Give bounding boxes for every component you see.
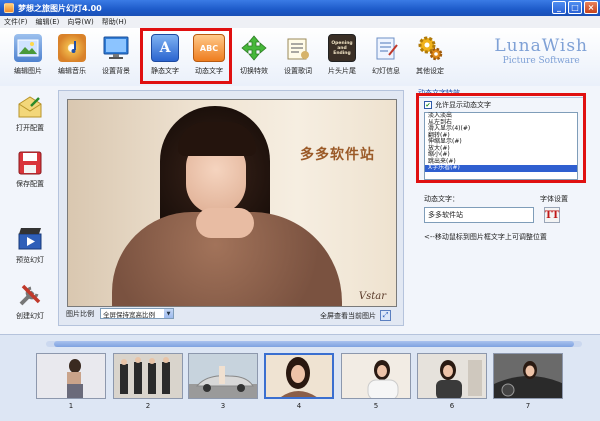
save-config-button[interactable]: 保存配置 bbox=[8, 150, 52, 189]
thumbnail-5[interactable] bbox=[341, 353, 411, 399]
lyrics-icon bbox=[284, 34, 312, 62]
brand-logo: LunaWish Picture Software bbox=[494, 36, 588, 66]
maximize-button[interactable]: □ bbox=[568, 1, 582, 14]
allow-dynamic-text-checkbox[interactable]: ✔ bbox=[424, 101, 432, 109]
edit-music-label: 编辑音乐 bbox=[58, 67, 86, 75]
open-config-label: 打开配置 bbox=[16, 124, 44, 132]
window-title: 梦想之旅图片幻灯4.00 bbox=[18, 3, 102, 13]
other-settings-label: 其他设定 bbox=[416, 67, 444, 75]
tools-icon bbox=[19, 284, 41, 306]
image-ratio-select[interactable]: 全屏保持宽高比例 ▼ bbox=[100, 308, 174, 319]
allow-dynamic-text-row[interactable]: ✔ 允许显示动态文字 bbox=[424, 100, 491, 110]
thumbnail-number: 5 bbox=[373, 402, 379, 410]
music-disc-icon bbox=[58, 34, 86, 62]
transition-effects-button[interactable]: 切换特效 bbox=[232, 34, 276, 82]
other-settings-button[interactable]: 其他设定 bbox=[408, 34, 452, 82]
minimize-button[interactable]: _ bbox=[552, 1, 566, 14]
chevron-down-icon: ▼ bbox=[164, 309, 173, 318]
preview-image[interactable]: 多多软件站 Vstar bbox=[67, 99, 397, 307]
open-config-button[interactable]: 打开配置 bbox=[8, 94, 52, 133]
open-envelope-icon bbox=[18, 96, 42, 118]
menu-bar: 文件(F) 编辑(E) 向导(W) 帮助(H) bbox=[0, 16, 600, 28]
left-action-panel: 打开配置 保存配置 预览幻灯 创建幻灯 bbox=[0, 86, 58, 334]
film-strip-icon: Opening and Ending bbox=[328, 34, 356, 62]
thumbnail-number: 3 bbox=[220, 402, 226, 410]
image-ratio-row: 图片比例 全屏保持宽高比例 ▼ bbox=[66, 308, 174, 319]
set-lyrics-label: 设置歌词 bbox=[284, 67, 312, 75]
thumbnail-number: 7 bbox=[525, 402, 531, 410]
thumbnail-6[interactable] bbox=[417, 353, 487, 399]
transition-effects-label: 切换特效 bbox=[240, 67, 268, 75]
thumbnail-3[interactable] bbox=[188, 353, 258, 399]
transition-arrows-icon bbox=[240, 34, 268, 62]
thumbnail-number: 4 bbox=[296, 402, 302, 410]
preview-panel: 多多软件站 Vstar bbox=[58, 90, 404, 326]
thumbnail-1[interactable] bbox=[36, 353, 106, 399]
thumbnail-2[interactable] bbox=[113, 353, 183, 399]
fullscreen-view-button[interactable]: 全屏查看当前图片 ⤢ bbox=[320, 310, 391, 321]
save-disk-icon bbox=[18, 151, 42, 175]
static-text-icon: A bbox=[151, 34, 179, 62]
static-text-label: 静态文字 bbox=[151, 67, 179, 75]
slideshow-info-label: 幻灯信息 bbox=[372, 67, 400, 75]
close-button[interactable]: × bbox=[584, 1, 598, 14]
effect-item-selected[interactable]: X字乐看(#) bbox=[425, 164, 577, 172]
thumbnail-7[interactable] bbox=[493, 353, 563, 399]
thumbnail-strip: 1 2 3 4 5 6 7 bbox=[0, 334, 600, 421]
create-slideshow-button[interactable]: 创建幻灯 bbox=[8, 282, 52, 321]
thumbnail-scrollbar[interactable] bbox=[46, 341, 582, 347]
menu-file[interactable]: 文件(F) bbox=[4, 17, 28, 27]
static-text-button[interactable]: A 静态文字 bbox=[143, 34, 187, 82]
fullscreen-view-label: 全屏查看当前图片 bbox=[320, 311, 376, 320]
allow-dynamic-text-label: 允许显示动态文字 bbox=[435, 101, 491, 109]
thumbnail-4-selected[interactable] bbox=[264, 353, 334, 399]
preview-watermark: Vstar bbox=[358, 291, 386, 302]
effects-listbox[interactable]: 淡入淡出 从左到右 滑入显示(4)(#) 翻转(#) 伸缩显示(#) 放大(#)… bbox=[424, 112, 578, 180]
opening-ending-button[interactable]: Opening and Ending 片头片尾 bbox=[320, 34, 364, 82]
dynamic-text-label: 动态文字 bbox=[195, 67, 223, 75]
window-controls: _ □ × bbox=[552, 1, 598, 14]
image-edit-icon bbox=[14, 34, 42, 62]
set-background-button[interactable]: 设置背景 bbox=[94, 34, 138, 82]
font-settings-label: 字体设置 bbox=[540, 195, 568, 203]
preview-slideshow-button[interactable]: 预览幻灯 bbox=[8, 226, 52, 265]
edit-music-button[interactable]: 编辑音乐 bbox=[50, 34, 94, 82]
preview-overlay-text[interactable]: 多多软件站 bbox=[300, 144, 375, 164]
set-background-label: 设置背景 bbox=[102, 67, 130, 75]
thumbnail-number: 6 bbox=[449, 402, 455, 410]
brand-tagline: Picture Software bbox=[502, 56, 580, 66]
info-notepad-icon bbox=[372, 34, 400, 62]
image-ratio-label: 图片比例 bbox=[66, 309, 94, 318]
monitor-icon bbox=[102, 34, 130, 62]
scrollbar-thumb[interactable] bbox=[54, 341, 574, 347]
position-hint: <--移动鼠标到图片框文字上可调整位置 bbox=[424, 233, 547, 241]
menu-wizard[interactable]: 向导(W) bbox=[67, 17, 93, 27]
font-settings-button[interactable]: TT bbox=[544, 207, 560, 223]
brand-name: LunaWish bbox=[494, 36, 588, 56]
create-slideshow-label: 创建幻灯 bbox=[16, 312, 44, 320]
fullscreen-icon: ⤢ bbox=[380, 310, 391, 321]
title-bar: 梦想之旅图片幻灯4.00 _ □ × bbox=[0, 0, 600, 16]
dynamic-text-button[interactable]: ABC 动态文字 bbox=[187, 34, 231, 82]
edit-image-label: 编辑图片 bbox=[14, 67, 42, 75]
save-config-label: 保存配置 bbox=[16, 180, 44, 188]
set-lyrics-button[interactable]: 设置歌词 bbox=[276, 34, 320, 82]
dynamic-text-field-label: 动态文字： bbox=[424, 195, 459, 203]
gears-icon bbox=[416, 34, 444, 62]
play-clapper-icon bbox=[18, 228, 42, 250]
slideshow-info-button[interactable]: 幻灯信息 bbox=[364, 34, 408, 82]
thumbnail-number: 1 bbox=[68, 402, 74, 410]
menu-edit[interactable]: 编辑(E) bbox=[36, 17, 60, 27]
text-effects-panel: 动态文字特效 ✔ 允许显示动态文字 淡入淡出 从左到右 滑入显示(4)(#) 翻… bbox=[404, 86, 600, 334]
thumbnail-number: 2 bbox=[145, 402, 151, 410]
app-icon bbox=[4, 3, 14, 13]
menu-help[interactable]: 帮助(H) bbox=[102, 17, 127, 27]
opening-ending-label: 片头片尾 bbox=[328, 67, 356, 75]
dynamic-text-icon: ABC bbox=[193, 34, 225, 62]
dynamic-text-input[interactable]: 多多软件站 bbox=[424, 207, 534, 223]
preview-slideshow-label: 预览幻灯 bbox=[16, 256, 44, 264]
edit-image-button[interactable]: 编辑图片 bbox=[6, 34, 50, 82]
image-ratio-value: 全屏保持宽高比例 bbox=[103, 310, 155, 319]
